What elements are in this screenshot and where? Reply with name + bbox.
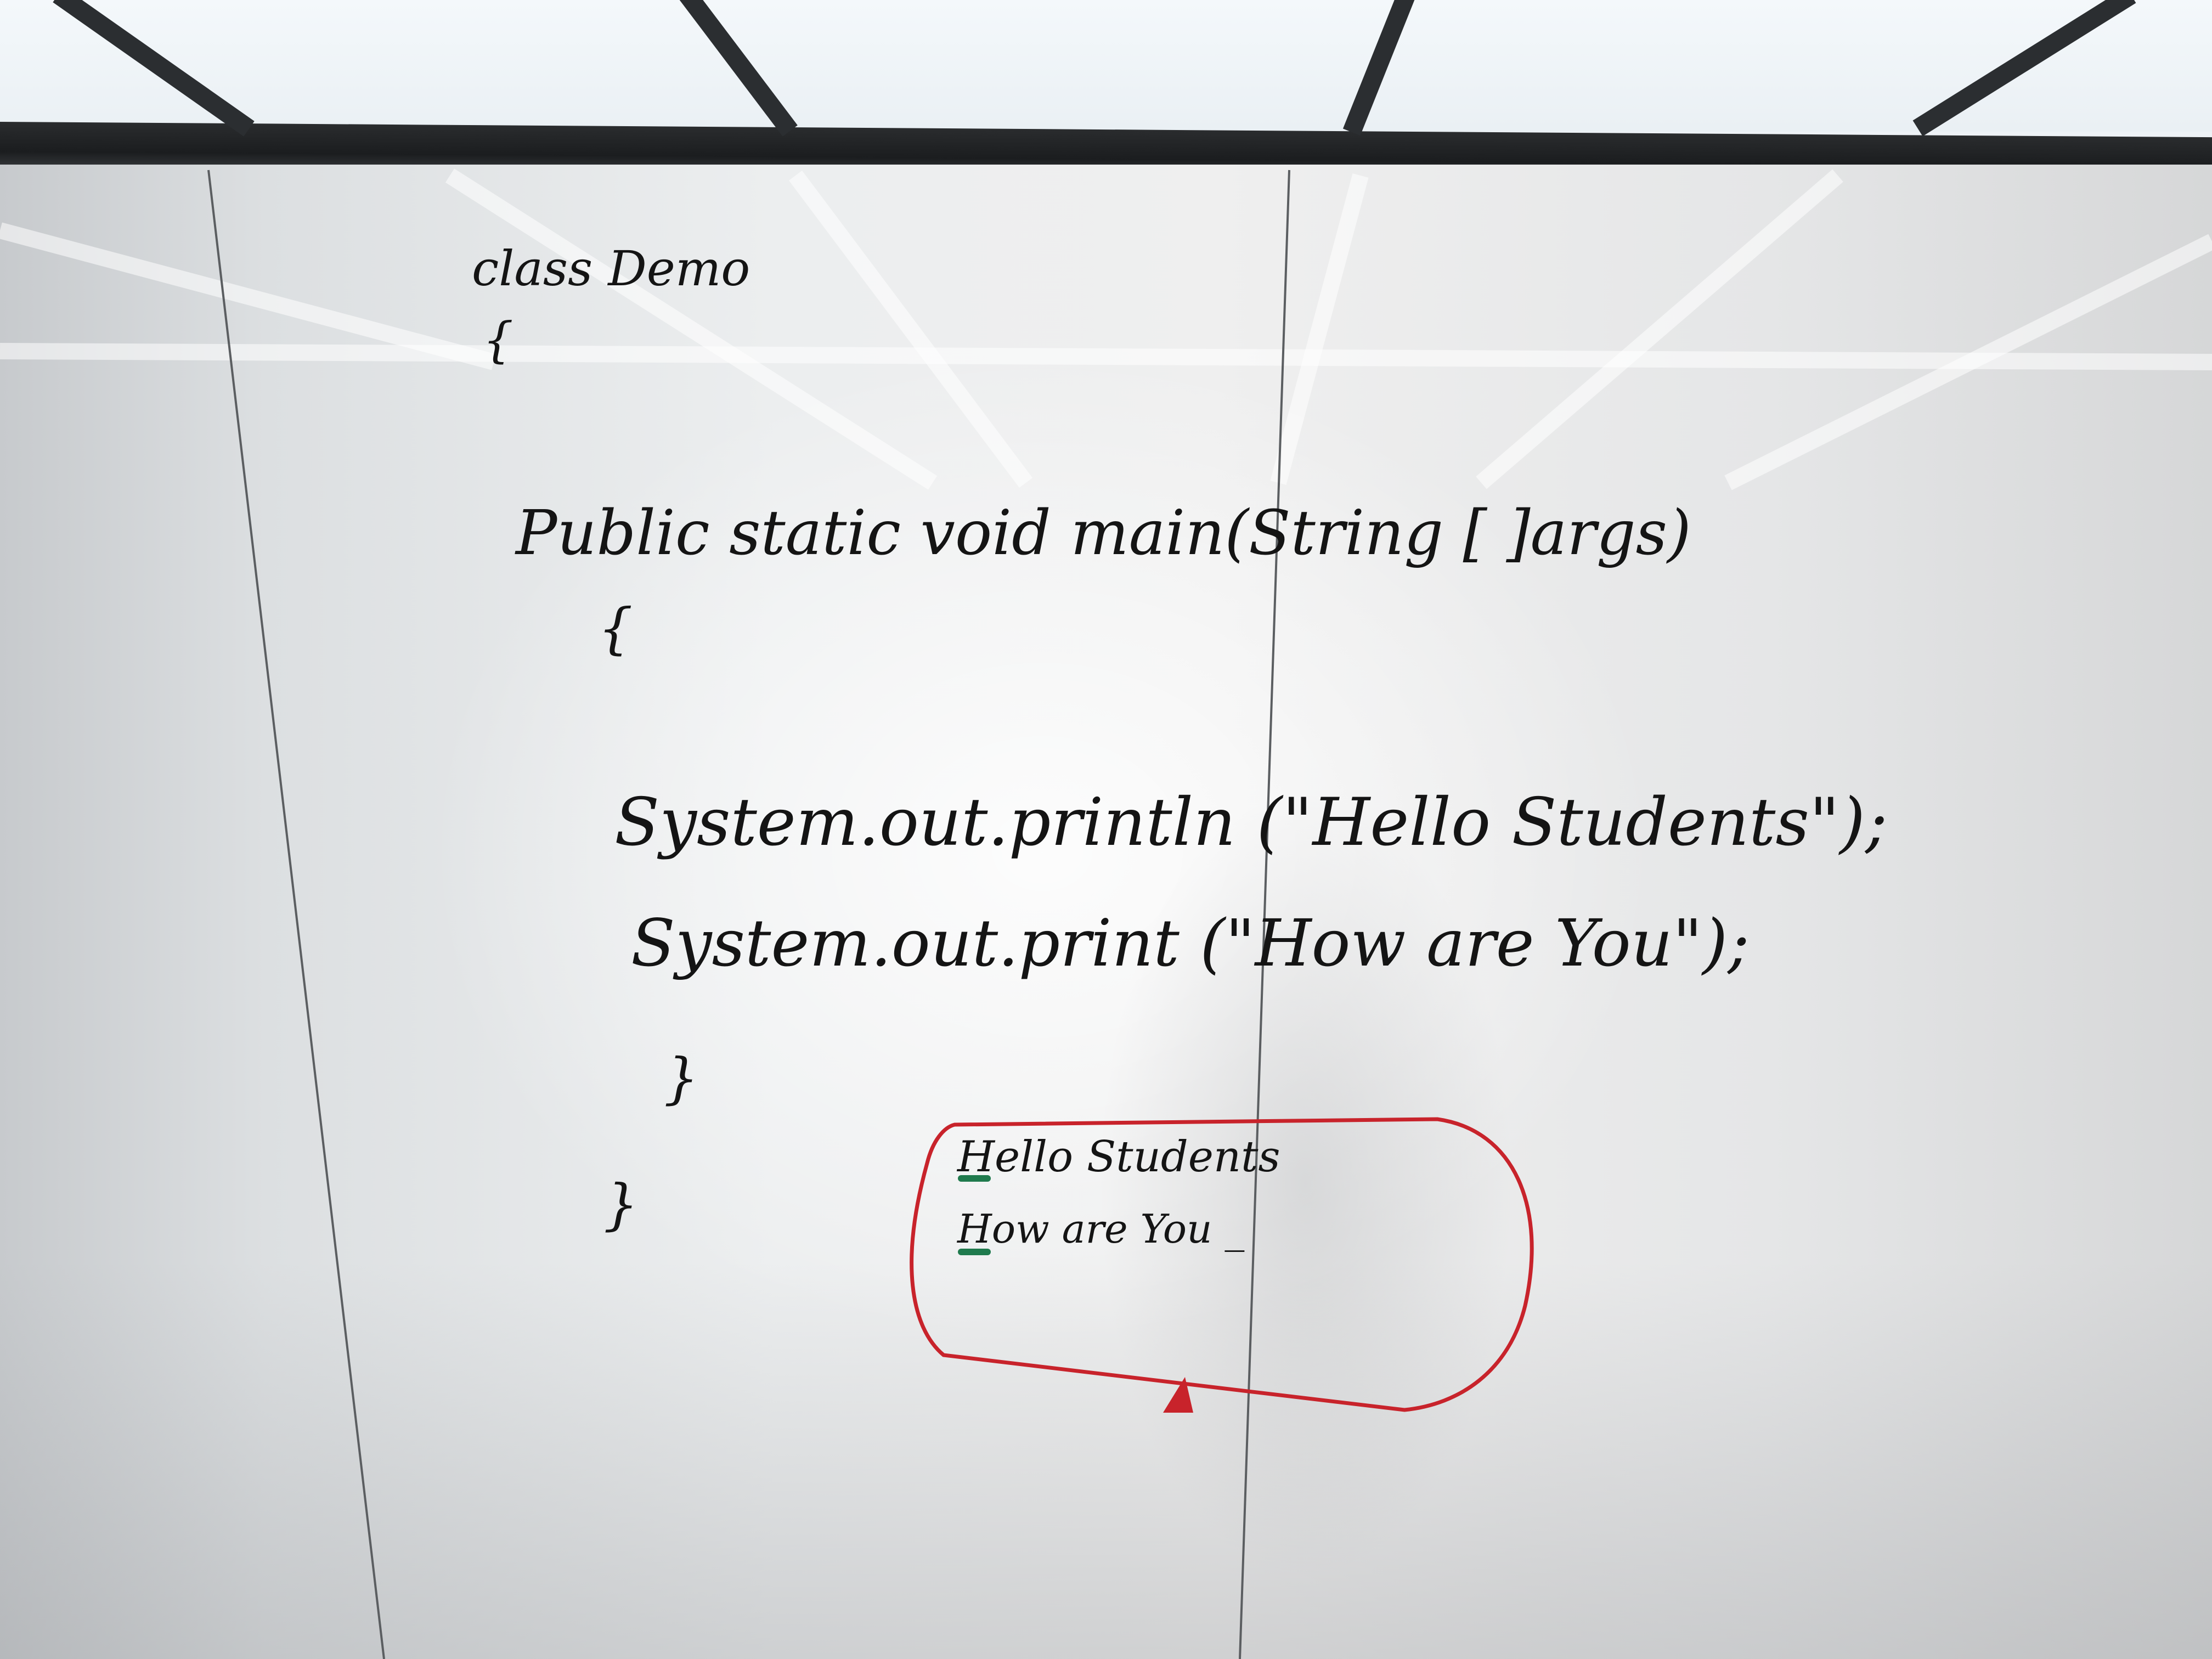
output-console-drawing: Hello Students How are You _: [910, 1117, 1534, 1413]
code-line-6: System.out.print ("How are You");: [631, 905, 1750, 981]
code-line-7: }: [664, 1046, 699, 1110]
code-line-2: {: [483, 312, 514, 368]
light-reflections: [0, 168, 2212, 490]
code-line-8: }: [603, 1172, 639, 1237]
code-line-4: {: [598, 596, 633, 661]
board-drawing-layer: class Demo { Public static void main(Str…: [0, 0, 2212, 1659]
output-line-1: Hello Students: [956, 1132, 1280, 1182]
output-line-2: How are You _: [956, 1206, 1244, 1252]
code-line-1: class Demo: [472, 240, 750, 297]
code-line-5: System.out.println ("Hello Students");: [614, 785, 1887, 861]
handwritten-code: class Demo { Public static void main(Str…: [472, 240, 1887, 1237]
code-line-3: Public static void main(String [ ]args): [515, 498, 1691, 569]
whiteboard-photo: class Demo { Public static void main(Str…: [0, 0, 2212, 1659]
ceiling-grid: [53, 0, 2136, 137]
